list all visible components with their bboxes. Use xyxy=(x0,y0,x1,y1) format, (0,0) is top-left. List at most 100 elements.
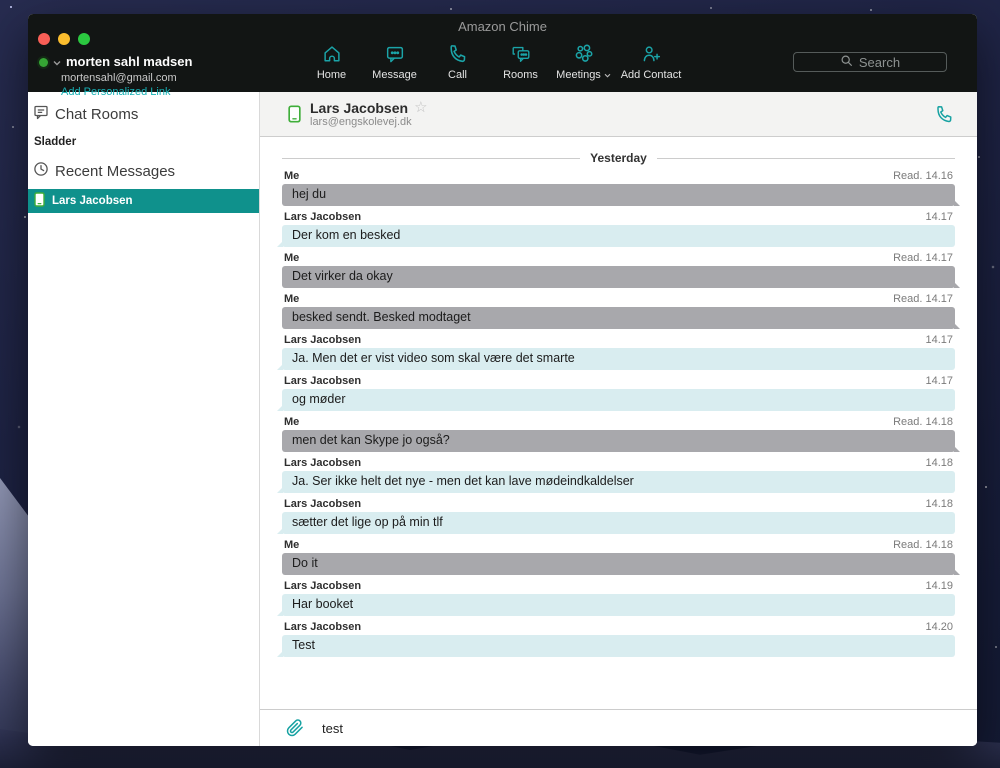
message-icon xyxy=(384,43,406,65)
nav-add-contact[interactable]: Add Contact xyxy=(615,43,687,81)
message-bubble: Ja. Men det er vist video som skal være … xyxy=(282,348,955,370)
message-row: Lars Jacobsen 14.18 sætter det lige op p… xyxy=(282,498,955,534)
conversation-pane: Lars Jacobsen ☆ lars@engskolevej.dk Yest… xyxy=(260,92,977,746)
date-divider-label: Yesterday xyxy=(590,151,647,165)
minimize-button[interactable] xyxy=(58,33,70,45)
call-contact-button[interactable] xyxy=(934,104,955,130)
app-body: Chat Rooms Sladder Recent Messages Lars … xyxy=(28,92,977,746)
message-meta: Me Read. 14.18 xyxy=(282,539,955,551)
attachment-paperclip-icon[interactable] xyxy=(286,719,304,737)
add-personalized-link[interactable]: Add Personalized Link xyxy=(61,86,192,100)
message-bubble: sætter det lige op på min tlf xyxy=(282,512,955,534)
message-meta: Lars Jacobsen 14.17 xyxy=(282,211,955,223)
message-row: Me Read. 14.17 Det virker da okay xyxy=(282,252,955,288)
account-name: morten sahl madsen xyxy=(66,54,192,70)
message-row: Lars Jacobsen 14.18 Ja. Ser ikke helt de… xyxy=(282,457,955,493)
message-row: Lars Jacobsen 14.17 Der kom en besked xyxy=(282,211,955,247)
message-meta: Me Read. 14.17 xyxy=(282,252,955,264)
message-time: Read. 14.17 xyxy=(893,252,953,264)
message-row: Me Read. 14.16 hej du xyxy=(282,170,955,206)
mobile-presence-icon xyxy=(34,192,45,210)
message-bubble: og møder xyxy=(282,389,955,411)
message-sender: Me xyxy=(284,170,299,182)
chat-rooms-header-label: Chat Rooms xyxy=(55,106,138,123)
nav-rooms[interactable]: Rooms xyxy=(489,43,552,81)
app-header: Amazon Chime morten sahl madsen mortensa… xyxy=(28,14,977,92)
nav-meetings[interactable]: Meetings xyxy=(552,43,615,81)
message-time: 14.18 xyxy=(925,498,953,510)
message-row: Lars Jacobsen 14.17 og møder xyxy=(282,375,955,411)
nav-message[interactable]: Message xyxy=(363,43,426,81)
message-input[interactable]: test xyxy=(322,721,977,736)
window-title: Amazon Chime xyxy=(28,19,977,34)
message-bubble: Der kom en besked xyxy=(282,225,955,247)
message-time: Read. 14.18 xyxy=(893,416,953,428)
message-sender: Me xyxy=(284,252,299,264)
call-icon xyxy=(447,43,469,65)
message-bubble: hej du xyxy=(282,184,955,206)
meetings-icon xyxy=(573,43,595,65)
message-row: Lars Jacobsen 14.17 Ja. Men det er vist … xyxy=(282,334,955,370)
message-row: Lars Jacobsen 14.19 Har booket xyxy=(282,580,955,616)
nav-call-label: Call xyxy=(448,69,467,81)
sidebar-item-sladder[interactable]: Sladder xyxy=(28,129,259,155)
message-time: 14.20 xyxy=(925,621,953,633)
message-time: 14.18 xyxy=(925,457,953,469)
divider-line xyxy=(282,158,580,159)
message-row: Me Read. 14.18 men det kan Skype jo også… xyxy=(282,416,955,452)
sidebar: Chat Rooms Sladder Recent Messages Lars … xyxy=(28,92,260,746)
message-bubble: Do it xyxy=(282,553,955,575)
close-button[interactable] xyxy=(38,33,50,45)
composer: test xyxy=(260,709,977,746)
chat-rooms-header: Chat Rooms xyxy=(28,98,259,129)
message-meta: Lars Jacobsen 14.18 xyxy=(282,498,955,510)
message-row: Me Read. 14.18 Do it xyxy=(282,539,955,575)
clock-icon xyxy=(33,161,49,181)
home-icon xyxy=(321,43,343,65)
main-nav: Home Message Call xyxy=(300,43,687,81)
message-meta: Me Read. 14.16 xyxy=(282,170,955,182)
message-time: Read. 14.18 xyxy=(893,539,953,551)
message-time: 14.17 xyxy=(925,334,953,346)
message-bubble: men det kan Skype jo også? xyxy=(282,430,955,452)
message-meta: Lars Jacobsen 14.17 xyxy=(282,334,955,346)
favorite-star-icon[interactable]: ☆ xyxy=(414,100,427,115)
divider-line xyxy=(657,158,955,159)
recent-messages-header-label: Recent Messages xyxy=(55,163,175,180)
sidebar-item-lars-jacobsen[interactable]: Lars Jacobsen xyxy=(28,189,259,213)
nav-meetings-label: Meetings xyxy=(556,69,611,81)
meetings-dropdown-chevron-icon xyxy=(604,73,611,78)
message-bubble: besked sendt. Besked modtaget xyxy=(282,307,955,329)
contact-name: Lars Jacobsen xyxy=(310,100,408,116)
account-block: morten sahl madsen mortensahl@gmail.com … xyxy=(39,52,192,100)
message-bubble: Ja. Ser ikke helt det nye - men det kan … xyxy=(282,471,955,493)
message-sender: Me xyxy=(284,539,299,551)
message-time: 14.17 xyxy=(925,375,953,387)
message-time: 14.19 xyxy=(925,580,953,592)
nav-add-contact-label: Add Contact xyxy=(621,69,682,81)
message-time: Read. 14.17 xyxy=(893,293,953,305)
message-row: Me Read. 14.17 besked sendt. Besked modt… xyxy=(282,293,955,329)
amazon-chime-window: Amazon Chime morten sahl madsen mortensa… xyxy=(28,14,977,746)
message-sender: Lars Jacobsen xyxy=(284,621,361,633)
message-meta: Me Read. 14.17 xyxy=(282,293,955,305)
message-bubble: Det virker da okay xyxy=(282,266,955,288)
nav-home-label: Home xyxy=(317,69,346,81)
recent-messages-header: Recent Messages xyxy=(28,155,259,186)
account-email: mortensahl@gmail.com xyxy=(61,72,192,86)
zoom-button[interactable] xyxy=(78,33,90,45)
message-bubble: Har booket xyxy=(282,594,955,616)
desktop-stars xyxy=(10,6,12,8)
nav-home[interactable]: Home xyxy=(300,43,363,81)
nav-rooms-label: Rooms xyxy=(503,69,538,81)
message-time: 14.17 xyxy=(925,211,953,223)
message-sender: Me xyxy=(284,293,299,305)
message-meta: Lars Jacobsen 14.18 xyxy=(282,457,955,469)
add-contact-icon xyxy=(640,43,662,65)
search-input[interactable]: Search xyxy=(793,52,947,72)
nav-call[interactable]: Call xyxy=(426,43,489,81)
date-divider: Yesterday xyxy=(282,151,955,165)
message-row: Lars Jacobsen 14.20 Test xyxy=(282,621,955,657)
presence-dot-icon xyxy=(39,58,48,67)
account-menu-trigger[interactable]: morten sahl madsen xyxy=(39,52,192,72)
